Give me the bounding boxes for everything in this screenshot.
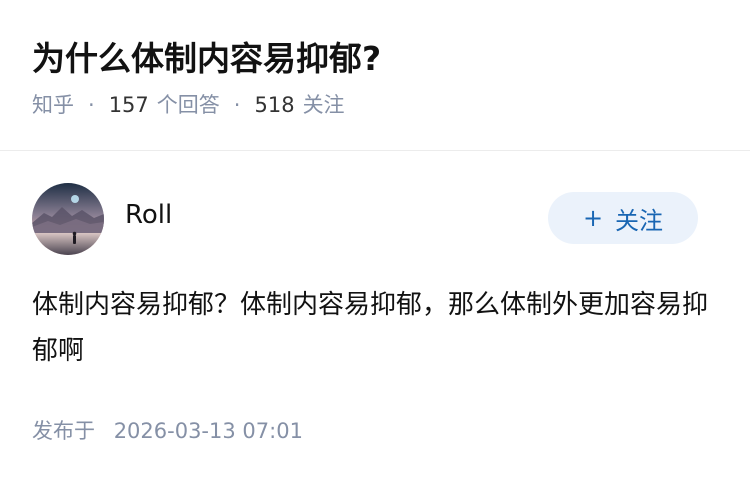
question-header: 为什么体制内容易抑郁? 知乎 · 157 个回答 · 518 关注 [32,36,718,120]
answer-content[interactable]: 体制内容易抑郁？体制内容易抑郁，那么体制外更加容易抑郁啊 [32,282,710,374]
publish-label: 发布于 [32,419,95,443]
author-name[interactable]: Roll [125,197,172,233]
answer-count-label: 个回答 [156,93,220,117]
follow-button-label: 关注 [615,206,664,235]
meta-separator: · [233,93,241,117]
source-label[interactable]: 知乎 [32,90,74,120]
meta-separator: · [88,93,95,117]
follow-button[interactable]: + 关注 [548,192,698,244]
question-title[interactable]: 为什么体制内容易抑郁? [32,36,718,82]
answer-count: 157 [108,93,149,117]
follower-count: 518 [254,93,295,117]
author-row: Roll + 关注 [32,183,698,255]
publish-date: 2026-03-13 07:01 [113,419,303,443]
avatar[interactable] [32,183,104,255]
question-page: 为什么体制内容易抑郁? 知乎 · 157 个回答 · 518 关注 Roll +… [0,0,750,482]
header-divider [0,150,750,151]
publish-info: 发布于 2026-03-13 07:01 [32,416,303,446]
question-meta: 知乎 · 157 个回答 · 518 关注 [32,90,718,120]
plus-icon: + [582,204,604,232]
follower-count-label: 关注 [302,93,345,117]
